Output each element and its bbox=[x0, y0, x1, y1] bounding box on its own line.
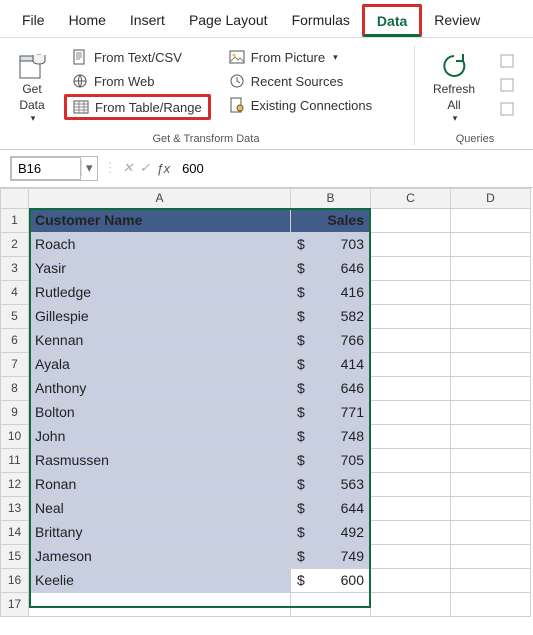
table-cell-sales[interactable]: $705 bbox=[291, 448, 371, 472]
table-cell-name[interactable]: Brittany bbox=[29, 520, 291, 544]
existing-connections-button[interactable]: Existing Connections bbox=[221, 94, 380, 116]
ribbon-tabs: FileHomeInsertPage LayoutFormulasDataRev… bbox=[0, 0, 533, 38]
table-cell-sales[interactable]: $492 bbox=[291, 520, 371, 544]
table-cell-name[interactable]: Jameson bbox=[29, 544, 291, 568]
table-cell-sales[interactable]: $771 bbox=[291, 400, 371, 424]
row-header[interactable]: 17 bbox=[1, 592, 29, 616]
table-cell-name[interactable]: Roach bbox=[29, 232, 291, 256]
cancel-icon[interactable]: ✕ bbox=[123, 160, 134, 176]
table-cell-name[interactable]: Ayala bbox=[29, 352, 291, 376]
formula-bar: ▾ ⋮ ✕ ✓ ƒx bbox=[0, 150, 533, 188]
ribbon-group-label-queries: Queries bbox=[427, 129, 523, 145]
tab-review[interactable]: Review bbox=[422, 6, 492, 36]
column-header-B[interactable]: B bbox=[291, 188, 371, 208]
ribbon-item-1[interactable] bbox=[491, 50, 523, 72]
tab-data[interactable]: Data bbox=[362, 4, 422, 37]
refresh-all-button[interactable]: Refresh All▾ bbox=[427, 46, 481, 129]
name-box[interactable] bbox=[11, 157, 81, 180]
formula-divider: ⋮ bbox=[104, 160, 117, 176]
from-web-button[interactable]: From Web bbox=[64, 70, 211, 92]
table-header-name: Customer Name bbox=[29, 208, 291, 232]
column-header-A[interactable]: A bbox=[29, 188, 291, 208]
row-header[interactable]: 7 bbox=[1, 352, 29, 376]
table-cell-name[interactable]: Ronan bbox=[29, 472, 291, 496]
worksheet-grid[interactable]: ABCD 1 Customer Name Sales 2 Roach $703 3… bbox=[0, 188, 533, 617]
table-cell-sales[interactable]: $749 bbox=[291, 544, 371, 568]
table-cell-sales[interactable]: $748 bbox=[291, 424, 371, 448]
table-cell-name[interactable]: Neal bbox=[29, 496, 291, 520]
tab-page-layout[interactable]: Page Layout bbox=[177, 6, 280, 36]
table-cell-name[interactable]: Gillespie bbox=[29, 304, 291, 328]
table-cell-name[interactable]: Kennan bbox=[29, 328, 291, 352]
table-cell-sales[interactable]: $646 bbox=[291, 256, 371, 280]
row-header[interactable]: 6 bbox=[1, 328, 29, 352]
table-cell-name[interactable]: Bolton bbox=[29, 400, 291, 424]
recent-sources-button[interactable]: Recent Sources bbox=[221, 70, 380, 92]
row-header[interactable]: 11 bbox=[1, 448, 29, 472]
row-header[interactable]: 1 bbox=[1, 208, 29, 232]
table-cell-name[interactable]: Yasir bbox=[29, 256, 291, 280]
ribbon-item-2[interactable] bbox=[491, 74, 523, 96]
row-header[interactable]: 15 bbox=[1, 544, 29, 568]
table-cell-name[interactable]: Keelie bbox=[29, 568, 291, 592]
table-cell-sales[interactable]: $766 bbox=[291, 328, 371, 352]
table-cell-sales[interactable]: $582 bbox=[291, 304, 371, 328]
tab-home[interactable]: Home bbox=[57, 6, 118, 36]
row-header[interactable]: 16 bbox=[1, 568, 29, 592]
row-header[interactable]: 9 bbox=[1, 400, 29, 424]
fx-icon[interactable]: ƒx bbox=[156, 161, 170, 176]
table-cell-sales[interactable]: $644 bbox=[291, 496, 371, 520]
tab-insert[interactable]: Insert bbox=[118, 6, 177, 36]
table-cell-name[interactable]: Rutledge bbox=[29, 280, 291, 304]
row-header[interactable]: 8 bbox=[1, 376, 29, 400]
row-header[interactable]: 12 bbox=[1, 472, 29, 496]
tab-file[interactable]: File bbox=[10, 6, 57, 36]
row-header[interactable]: 13 bbox=[1, 496, 29, 520]
row-header[interactable]: 4 bbox=[1, 280, 29, 304]
ribbon: Get Data▾ From Text/CSV From Web From Ta… bbox=[0, 38, 533, 150]
table-header-sales: Sales bbox=[291, 208, 371, 232]
ribbon-item-3[interactable] bbox=[491, 98, 523, 120]
from-picture-button[interactable]: From Picture▾ bbox=[221, 46, 380, 68]
row-header[interactable]: 10 bbox=[1, 424, 29, 448]
row-header[interactable]: 5 bbox=[1, 304, 29, 328]
tab-formulas[interactable]: Formulas bbox=[280, 6, 362, 36]
table-cell-sales[interactable]: $414 bbox=[291, 352, 371, 376]
table-cell-sales[interactable]: $646 bbox=[291, 376, 371, 400]
table-cell-name[interactable]: Rasmussen bbox=[29, 448, 291, 472]
row-header[interactable]: 2 bbox=[1, 232, 29, 256]
table-cell-sales[interactable]: $600 bbox=[291, 568, 371, 592]
column-header-C[interactable]: C bbox=[371, 188, 451, 208]
enter-icon[interactable]: ✓ bbox=[139, 160, 150, 176]
table-cell-sales[interactable]: $416 bbox=[291, 280, 371, 304]
formula-input[interactable] bbox=[176, 158, 523, 179]
from-table-range-button[interactable]: From Table/Range bbox=[64, 94, 211, 120]
row-header[interactable]: 3 bbox=[1, 256, 29, 280]
get-data-button[interactable]: Get Data▾ bbox=[10, 46, 54, 129]
table-cell-name[interactable]: Anthony bbox=[29, 376, 291, 400]
from-text-csv-button[interactable]: From Text/CSV bbox=[64, 46, 211, 68]
ribbon-group-label: Get & Transform Data bbox=[10, 129, 402, 145]
column-header-D[interactable]: D bbox=[451, 188, 531, 208]
table-cell-name[interactable]: John bbox=[29, 424, 291, 448]
table-cell-sales[interactable]: $703 bbox=[291, 232, 371, 256]
row-header[interactable]: 14 bbox=[1, 520, 29, 544]
name-box-dropdown[interactable]: ▾ bbox=[81, 160, 97, 176]
table-cell-sales[interactable]: $563 bbox=[291, 472, 371, 496]
